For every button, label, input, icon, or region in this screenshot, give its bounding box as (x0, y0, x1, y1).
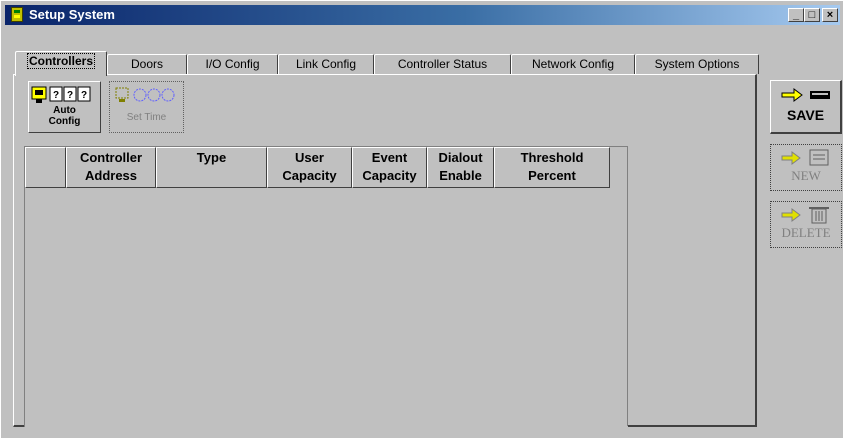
tab-link-config-label: Link Config (295, 57, 357, 71)
column-header-user-capacity[interactable]: User Capacity (267, 147, 352, 188)
new-icon (781, 149, 829, 166)
tab-controllers-label: Controllers (26, 53, 95, 69)
column-header-threshold-percent[interactable]: Threshold Percent (494, 147, 610, 188)
tab-controller-status[interactable]: Controller Status (374, 54, 511, 74)
svg-text:?: ? (52, 90, 58, 101)
column-header-dialout-enable[interactable]: Dialout Enable (427, 147, 494, 188)
auto-config-label-line1: Auto (53, 105, 76, 116)
column-header-controller-address[interactable]: Controller Address (66, 147, 156, 188)
title-bar[interactable]: Setup System _ □ × (5, 5, 840, 25)
new-label: NEW (791, 168, 821, 183)
auto-config-label: Auto Config (29, 105, 100, 127)
tab-network-config[interactable]: Network Config (511, 54, 635, 74)
column-header-type[interactable]: Type (156, 147, 267, 188)
app-icon (11, 7, 23, 22)
save-button[interactable]: SAVE (770, 80, 842, 134)
tab-controllers[interactable]: Controllers (15, 51, 107, 76)
tab-io-config-label: I/O Config (205, 57, 260, 71)
tab-doors-label: Doors (130, 57, 163, 71)
delete-icon (781, 207, 829, 224)
tab-link-config[interactable]: Link Config (278, 54, 374, 74)
delete-button[interactable]: DELETE (770, 201, 842, 248)
tab-controller-status-label: Controller Status (397, 57, 488, 71)
grid-row-header-corner (25, 147, 66, 188)
svg-text:?: ? (66, 90, 72, 101)
tab-system-options[interactable]: System Options (635, 54, 759, 74)
maximize-icon: □ (808, 9, 816, 21)
column-header-event-capacity[interactable]: Event Capacity (352, 147, 427, 188)
set-time-icon (115, 87, 174, 102)
auto-config-label-line2: Config (48, 116, 81, 127)
save-label: SAVE (786, 107, 825, 123)
auto-config-button[interactable]: ? ? ? Auto Config (28, 81, 101, 133)
setup-system-window: Setup System _ □ × Controllers Doors I/O… (0, 0, 843, 438)
set-time-label: Set Time (126, 112, 167, 123)
svg-text:?: ? (80, 90, 86, 101)
tab-system-options-label: System Options (654, 57, 740, 71)
tab-network-config-label: Network Config (531, 57, 615, 71)
controllers-grid[interactable]: Controller Address Type User Capacity Ev… (24, 146, 628, 427)
close-button[interactable]: × (822, 8, 838, 22)
auto-config-icon: ? ? ? (31, 86, 90, 103)
delete-label: DELETE (781, 225, 831, 240)
window-title: Setup System (29, 7, 115, 22)
minimize-icon: _ (792, 9, 800, 21)
minimize-button[interactable]: _ (788, 8, 804, 22)
tab-io-config[interactable]: I/O Config (187, 54, 278, 74)
maximize-button[interactable]: □ (804, 8, 820, 22)
close-icon: × (826, 9, 834, 21)
new-button[interactable]: NEW (770, 144, 842, 191)
tab-doors[interactable]: Doors (107, 54, 187, 74)
save-icon (781, 88, 830, 102)
grid-right-border (627, 146, 628, 426)
set-time-button[interactable]: Set Time (109, 81, 184, 133)
